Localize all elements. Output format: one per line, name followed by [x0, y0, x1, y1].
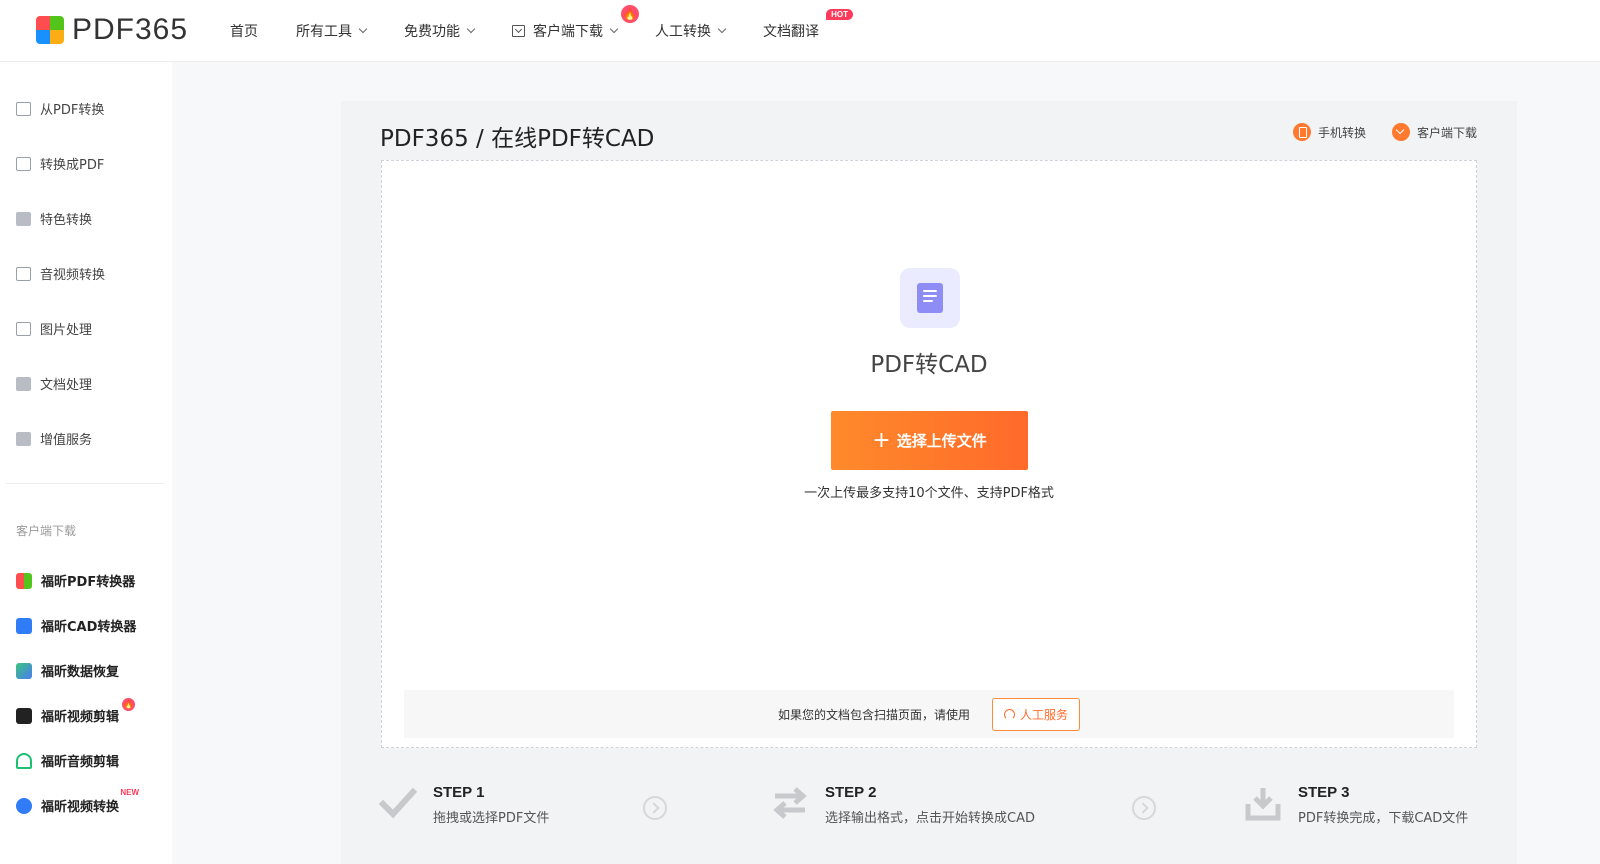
plus-icon: +	[872, 428, 891, 453]
step-3: STEP 3 PDF转换完成，下载CAD文件	[1244, 784, 1468, 826]
nav-home[interactable]: 首页	[230, 21, 258, 41]
download-icon	[1391, 123, 1410, 141]
convert-icon	[16, 101, 31, 116]
nav-doc-translate[interactable]: 文档翻译 HOT	[763, 9, 853, 41]
arrow-right-icon	[643, 796, 667, 820]
sidebar-item-av-convert[interactable]: 音视频转换	[16, 264, 105, 283]
app-video-converter[interactable]: 福昕视频转换 NEW	[16, 788, 139, 815]
divider	[6, 483, 164, 484]
sidebar-item-featured[interactable]: 特色转换	[16, 209, 92, 228]
cad-file-icon	[900, 268, 960, 328]
sidebar-item-document[interactable]: 文档处理	[16, 374, 92, 393]
phone-icon	[1292, 123, 1311, 141]
video-convert-icon	[16, 797, 32, 814]
new-badge: NEW	[120, 788, 140, 797]
chevron-down-icon	[466, 24, 476, 34]
chevron-down-icon	[358, 24, 368, 34]
upload-button[interactable]: + 选择上传文件	[831, 411, 1028, 470]
app-cad-converter[interactable]: 福昕CAD转换器	[16, 616, 136, 635]
document-icon	[16, 376, 31, 391]
download-tray-icon	[1245, 788, 1281, 821]
fire-icon: 🔥	[122, 698, 136, 711]
sidebar-item-image[interactable]: 图片处理	[16, 319, 92, 338]
hot-badge: HOT	[826, 9, 853, 20]
image-icon	[16, 321, 31, 336]
app-video-editor[interactable]: 福昕视频剪辑 🔥	[16, 698, 136, 725]
headphones-icon	[16, 752, 32, 769]
scan-notice-text: 如果您的文档包含扫描页面，请使用	[777, 707, 970, 722]
nav-all-tools[interactable]: 所有工具	[296, 21, 368, 41]
cad-icon	[16, 617, 32, 634]
scan-notice: 如果您的文档包含扫描页面，请使用 人工服务	[404, 690, 1454, 738]
swap-icon	[773, 787, 807, 819]
client-download-link[interactable]: 客户端下载	[1391, 123, 1477, 141]
mobile-convert-link[interactable]: 手机转换	[1292, 123, 1366, 141]
manual-service-button[interactable]: 人工服务	[992, 697, 1080, 731]
sidebar: 从PDF转换 转换成PDF 特色转换 音视频转换 图片处理 文档处理 增值服务 …	[0, 62, 172, 864]
pdf-converter-icon	[16, 572, 32, 589]
checkmark-icon	[379, 787, 417, 819]
convert-icon	[16, 156, 31, 171]
shield-icon	[16, 211, 31, 226]
app-pdf-converter[interactable]: 福昕PDF转换器	[16, 571, 135, 590]
sidebar-item-value-added[interactable]: 增值服务	[16, 429, 92, 448]
nav-manual-conversion[interactable]: 人工转换	[655, 21, 727, 41]
top-actions: 手机转换 客户端下载	[1267, 123, 1477, 141]
download-icon	[512, 25, 525, 37]
sidebar-item-from-pdf[interactable]: 从PDF转换	[16, 99, 104, 118]
logo-icon	[36, 16, 64, 44]
section-title: 客户端下载	[16, 524, 77, 538]
chevron-down-icon	[609, 24, 619, 34]
app-audio-editor[interactable]: 福昕音频剪辑	[16, 751, 119, 770]
play-icon	[16, 707, 32, 724]
top-header: PDF365 首页 所有工具 免费功能 客户端下载 🔥 人工转换 文档翻译 HOT	[0, 0, 1600, 62]
nav-client-download[interactable]: 客户端下载 🔥	[512, 5, 639, 41]
nav-free-features[interactable]: 免费功能	[404, 21, 476, 41]
upload-dropzone[interactable]: PDF转CAD + 选择上传文件 一次上传最多支持10个文件、支持PDF格式 如果…	[381, 160, 1477, 748]
list-icon	[16, 431, 31, 446]
step-2: STEP 2 选择输出格式，点击开始转换成CAD	[771, 784, 1035, 826]
video-icon	[16, 266, 31, 281]
breadcrumb: PDF365 / 在线PDF转CAD	[380, 126, 655, 152]
app-data-recovery[interactable]: 福昕数据恢复	[16, 661, 119, 680]
fire-icon: 🔥	[621, 5, 639, 23]
logo-text: PDF365	[72, 13, 189, 46]
headset-icon	[1003, 708, 1015, 720]
main-nav: 首页 所有工具 免费功能 客户端下载 🔥 人工转换 文档翻译 HOT	[230, 0, 857, 62]
recovery-icon	[16, 662, 32, 679]
step-1: STEP 1 拖拽或选择PDF文件	[379, 784, 549, 826]
arrow-right-icon	[1132, 796, 1156, 820]
logo[interactable]: PDF365	[36, 13, 188, 47]
chevron-down-icon	[717, 24, 727, 34]
main-panel: PDF365 / 在线PDF转CAD 手机转换 客户端下载 PDF转CAD + 选…	[341, 101, 1517, 864]
sidebar-item-to-pdf[interactable]: 转换成PDF	[16, 154, 104, 173]
upload-hint: 一次上传最多支持10个文件、支持PDF格式	[804, 486, 1054, 501]
tool-title: PDF转CAD	[870, 352, 988, 378]
